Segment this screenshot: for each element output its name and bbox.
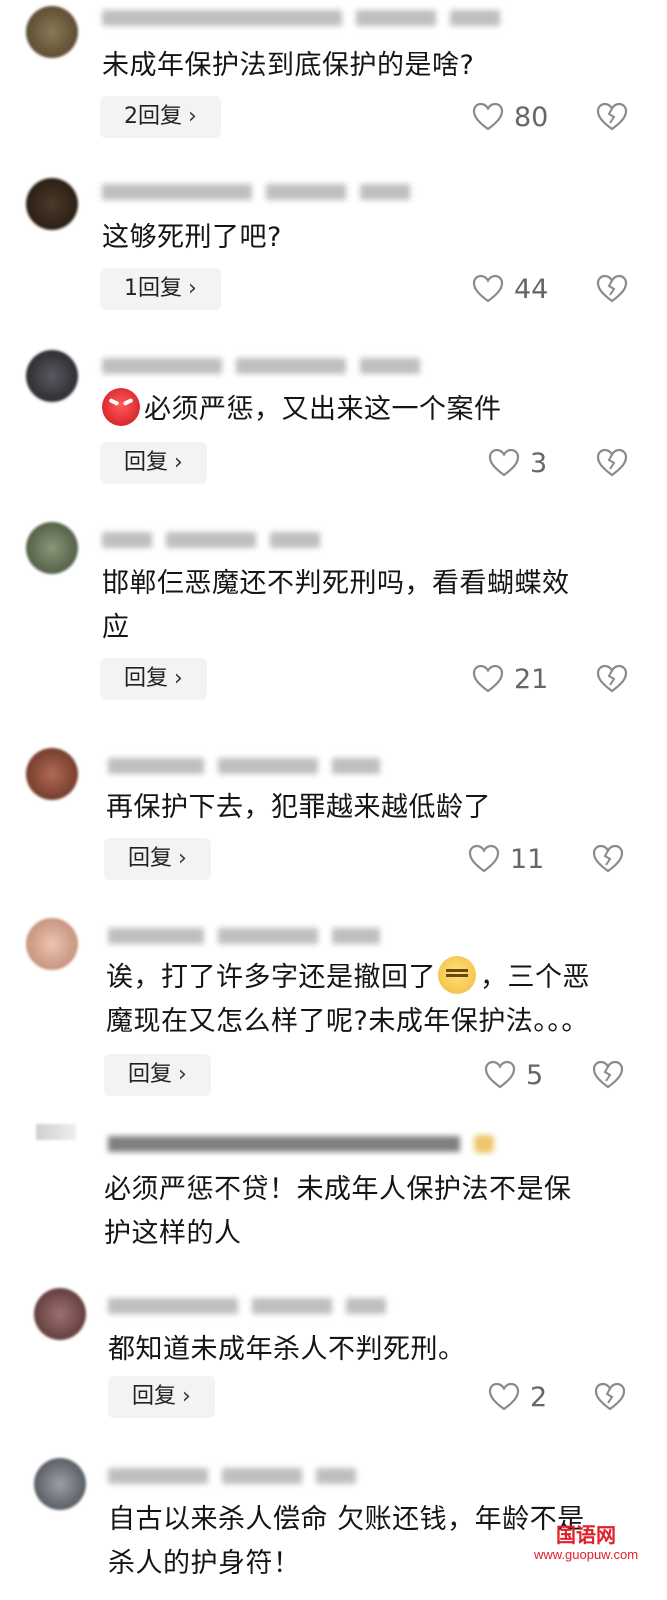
like-count: 2 [530, 1381, 548, 1413]
comment-text-line: 护这样的人 [104, 1218, 242, 1249]
comment-text-part: 诶，打了许多字还是撤回了 [106, 962, 436, 993]
reply-button[interactable]: 回复 › [100, 442, 207, 484]
avatar[interactable] [26, 918, 78, 970]
avatar[interactable] [26, 748, 78, 800]
comment-text: 必须严惩，又出来这一个案件 [102, 388, 631, 432]
avatar[interactable] [26, 522, 78, 574]
avatar[interactable] [26, 6, 78, 58]
blurred-meta [102, 356, 420, 376]
heart-icon [472, 274, 504, 303]
like-count: 11 [510, 843, 545, 875]
blurred-meta [102, 182, 410, 202]
reply-button[interactable]: 回复 › [104, 1054, 211, 1096]
reply-button[interactable]: 回复 › [108, 1376, 215, 1418]
comment-text: 未成年保护法到底保护的是啥? [102, 50, 475, 81]
like-count: 21 [514, 663, 549, 695]
blurred-meta [108, 1296, 386, 1316]
tired-face-emoji [438, 956, 476, 994]
reply-button[interactable]: 1回复 › [100, 268, 221, 310]
broken-heart-icon[interactable] [596, 102, 628, 132]
chevron-right-icon: › [178, 1062, 187, 1087]
reply-label: 回复 [128, 846, 173, 871]
reply-label: 回复 [128, 1062, 173, 1087]
chevron-right-icon: › [188, 104, 197, 129]
heart-icon [488, 448, 520, 477]
comment-text: 诶，打了许多字还是撤回了 ，三个恶 魔现在又怎么样了呢?未成年保护法。。。 [106, 956, 639, 1044]
reply-label: 回复 [132, 1384, 177, 1409]
heart-icon [484, 1060, 516, 1089]
comment-text: 邯郸仨恶魔还不判死刑吗，看看蝴蝶效 应 [102, 562, 631, 650]
like-button[interactable]: 3 [488, 442, 547, 484]
blurred-meta [102, 8, 500, 28]
heart-icon [472, 102, 504, 131]
comment-text-line: 邯郸仨恶魔还不判死刑吗，看看蝴蝶效 [102, 568, 570, 599]
like-button[interactable]: 5 [484, 1054, 543, 1096]
like-count: 5 [526, 1059, 544, 1091]
reply-label: 2回复 [124, 104, 182, 129]
reply-label: 回复 [124, 666, 169, 691]
watermark-logo: 国语网 [556, 1525, 616, 1547]
reply-button[interactable]: 回复 › [100, 658, 207, 700]
blurred-meta [108, 1466, 356, 1486]
watermark-url: www.guopuw.com [533, 1547, 639, 1562]
avatar[interactable] [34, 1288, 86, 1340]
avatar[interactable] [26, 350, 78, 402]
comment-text: 必须严惩不贷！未成年人保护法不是保 护这样的人 [104, 1168, 631, 1256]
heart-icon [488, 1382, 520, 1411]
comment-text-line: 诶，打了许多字还是撤回了 ，三个恶 [106, 956, 639, 1000]
like-count: 80 [514, 101, 549, 133]
comment-text: 再保护下去，犯罪越来越低龄了 [106, 792, 491, 823]
broken-heart-icon[interactable] [592, 1060, 624, 1090]
like-button[interactable]: 44 [472, 268, 548, 310]
chevron-right-icon: › [182, 1384, 191, 1409]
reply-button[interactable]: 2回复 › [100, 96, 221, 138]
like-count: 44 [514, 273, 549, 305]
like-count: 3 [530, 447, 548, 479]
chevron-right-icon: › [178, 846, 187, 871]
heart-icon [472, 664, 504, 693]
broken-heart-icon[interactable] [596, 274, 628, 304]
comment-text: 这够死刑了吧? [102, 222, 282, 253]
angry-face-emoji [102, 388, 140, 426]
broken-heart-icon[interactable] [596, 448, 628, 478]
comment-text-line: 应 [102, 612, 130, 643]
chevron-right-icon: › [174, 450, 183, 475]
avatar[interactable] [26, 178, 78, 230]
broken-heart-icon[interactable] [596, 664, 628, 694]
broken-heart-icon[interactable] [592, 844, 624, 874]
comment-text-line: 魔现在又怎么样了呢?未成年保护法。。。 [106, 1006, 589, 1037]
comment-text: 都知道未成年杀人不判死刑。 [108, 1334, 466, 1365]
like-button[interactable]: 2 [488, 1376, 547, 1418]
comment-text-body: 必须严惩，又出来这一个案件 [144, 394, 502, 425]
avatar[interactable] [34, 1458, 86, 1510]
broken-heart-icon[interactable] [594, 1382, 626, 1412]
blurred-meta [108, 926, 380, 946]
blurred-meta [108, 756, 380, 776]
chevron-right-icon: › [188, 276, 197, 301]
watermark: 国语网 www.guopuw.com [533, 1525, 639, 1562]
reply-label: 回复 [124, 450, 169, 475]
chevron-right-icon: › [174, 666, 183, 691]
reply-label: 1回复 [124, 276, 182, 301]
like-button[interactable]: 21 [472, 658, 548, 700]
heart-icon [468, 844, 500, 873]
comment-text-part: ，三个恶 [480, 962, 590, 993]
like-button[interactable]: 80 [472, 96, 548, 138]
blurred-meta [102, 530, 320, 550]
reply-button[interactable]: 回复 › [104, 838, 211, 880]
avatar[interactable] [36, 1124, 76, 1140]
blurred-meta [108, 1134, 494, 1154]
comment-text-line: 必须严惩不贷！未成年人保护法不是保 [104, 1174, 572, 1205]
like-button[interactable]: 11 [468, 838, 544, 880]
